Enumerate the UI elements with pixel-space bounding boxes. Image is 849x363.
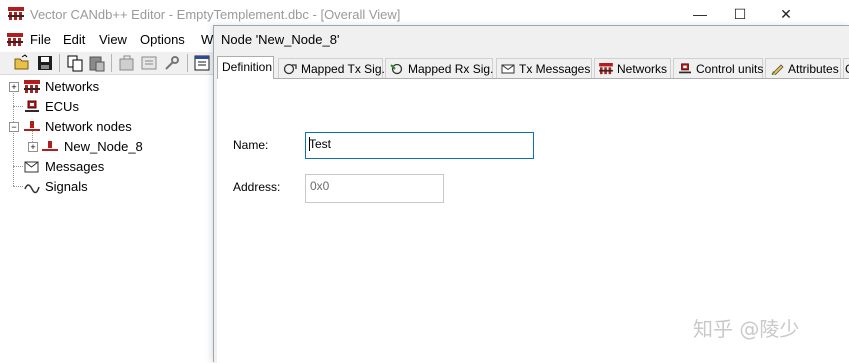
window-title: Vector CANdb++ Editor - EmptyTemplement.…	[30, 7, 401, 22]
close-button[interactable]: ✕	[775, 5, 797, 23]
tree-view: + Networks ECUs − Network nodes + New_No…	[0, 76, 215, 361]
tree-item-network-nodes[interactable]: Network nodes	[45, 119, 132, 134]
tab-label: Tx Messages	[519, 62, 591, 76]
network-node-icon	[42, 141, 58, 151]
app-menu-icon[interactable]	[7, 33, 23, 47]
toolbar-separator	[187, 54, 188, 72]
tab-networks[interactable]: Networks	[594, 58, 671, 78]
ecu-icon	[25, 100, 39, 112]
save-disk-icon[interactable]	[36, 54, 54, 72]
paste-icon[interactable]	[88, 54, 106, 72]
ecu-icon	[679, 63, 691, 74]
name-input[interactable]: Test	[305, 132, 534, 159]
tree-expander-network-nodes[interactable]: −	[9, 122, 19, 132]
tab-label: Attributes	[788, 62, 839, 76]
menu-file[interactable]: File	[30, 32, 51, 47]
tab-overflow[interactable]: C	[843, 58, 849, 78]
tree-expander-new-node[interactable]: +	[28, 142, 38, 152]
tab-mapped-rx-sig[interactable]: Mapped Rx Sig.	[385, 58, 493, 78]
tree-guide-line	[13, 166, 23, 167]
toolbar	[0, 52, 215, 75]
tree-item-messages[interactable]: Messages	[45, 159, 104, 174]
tab-label: Control units	[696, 62, 764, 76]
tab-definition[interactable]: Definition	[217, 56, 274, 79]
minimize-button[interactable]: —	[689, 5, 711, 23]
name-label: Name:	[233, 138, 269, 152]
tab-control-units[interactable]: Control units	[673, 58, 763, 78]
address-value: 0x0	[310, 179, 330, 193]
tree-item-networks[interactable]: Networks	[45, 79, 99, 94]
tab-attributes[interactable]: Attributes	[765, 58, 841, 78]
tab-tx-messages[interactable]: Tx Messages	[496, 58, 592, 78]
menu-view[interactable]: View	[99, 32, 127, 47]
copy-icon[interactable]	[66, 54, 84, 72]
envelope-icon	[24, 161, 39, 173]
tree-expander-networks[interactable]: +	[9, 82, 19, 92]
tree-item-signals[interactable]: Signals	[45, 179, 88, 194]
signal-wave-icon	[24, 184, 40, 194]
tab-label: Definition	[222, 60, 273, 74]
maximize-button[interactable]: ☐	[729, 5, 751, 23]
address-input[interactable]: 0x0	[305, 174, 444, 203]
open-folder-icon[interactable]	[13, 54, 31, 72]
list-icon[interactable]	[140, 54, 158, 72]
watermark: 知乎 @陵少	[693, 317, 800, 341]
tab-mapped-tx-sig[interactable]: Mapped Tx Sig.	[278, 58, 385, 78]
tree-item-ecus[interactable]: ECUs	[45, 99, 79, 114]
menu-options[interactable]: Options	[140, 32, 185, 47]
tree-item-new-node-8[interactable]: New_Node_8	[64, 139, 143, 154]
menu-window[interactable]: W	[201, 32, 213, 47]
tab-label: Mapped Rx Sig.	[408, 62, 494, 76]
table-icon[interactable]	[193, 54, 211, 72]
mapped-rx-signal-icon	[390, 63, 403, 75]
tree-guide-line	[13, 186, 23, 187]
name-value: Test	[309, 137, 332, 151]
node-dialog: Node 'New_Node_8' Definition Mapped Tx S…	[213, 25, 849, 363]
dialog-tabs: Definition Mapped Tx Sig. Mapped Rx Sig.…	[217, 56, 849, 79]
properties-icon[interactable]	[118, 54, 136, 72]
tab-label: Networks	[617, 62, 668, 76]
text-caret	[309, 137, 310, 151]
envelope-icon	[501, 64, 515, 74]
networks-icon	[599, 63, 613, 75]
pencil-icon	[771, 64, 784, 75]
toolbar-separator	[59, 54, 60, 72]
tab-label: Mapped Tx Sig.	[301, 62, 385, 76]
app-logo-icon	[8, 7, 24, 20]
tab-label: C	[845, 62, 849, 76]
tools-icon[interactable]	[163, 54, 181, 72]
toolbar-separator	[111, 54, 112, 72]
dialog-title: Node 'New_Node_8'	[221, 32, 340, 47]
address-label: Address:	[233, 180, 281, 194]
network-node-icon	[24, 121, 40, 131]
networks-icon	[24, 80, 40, 93]
menu-edit[interactable]: Edit	[63, 32, 85, 47]
tree-guide-line	[13, 106, 23, 107]
mapped-tx-signal-icon	[283, 63, 297, 75]
